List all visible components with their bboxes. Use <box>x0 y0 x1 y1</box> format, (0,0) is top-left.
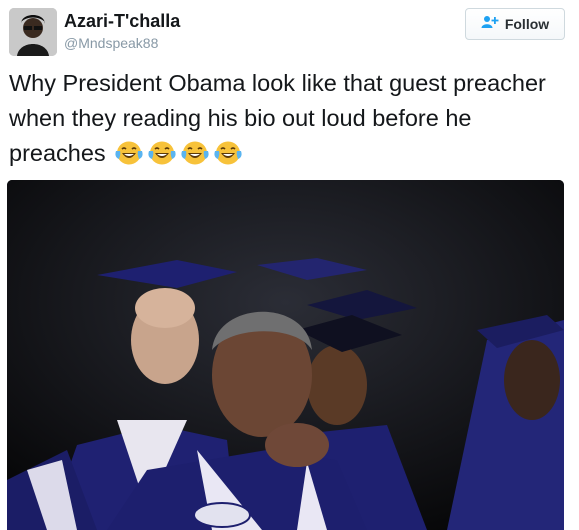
tweet-body: Why President Obama look like that guest… <box>9 70 546 166</box>
display-name[interactable]: Azari-T'challa <box>64 11 180 32</box>
emoji-group <box>114 139 243 167</box>
laughing-tears-emoji-icon <box>114 139 144 167</box>
avatar[interactable] <box>9 8 57 56</box>
tweet-photo[interactable] <box>7 180 564 530</box>
user-handle[interactable]: @Mndspeak88 <box>64 35 158 51</box>
tweet-header: Azari-T'challa @Mndspeak88 Follow <box>0 0 579 62</box>
laughing-tears-emoji-icon <box>180 139 210 167</box>
laughing-tears-emoji-icon <box>147 139 177 167</box>
laughing-tears-emoji-icon <box>213 139 243 167</box>
follow-button[interactable]: Follow <box>465 8 565 40</box>
photo-icon <box>7 180 564 530</box>
follow-label: Follow <box>504 16 550 32</box>
add-user-icon <box>481 15 499 34</box>
tweet-text: Why President Obama look like that guest… <box>9 66 569 171</box>
